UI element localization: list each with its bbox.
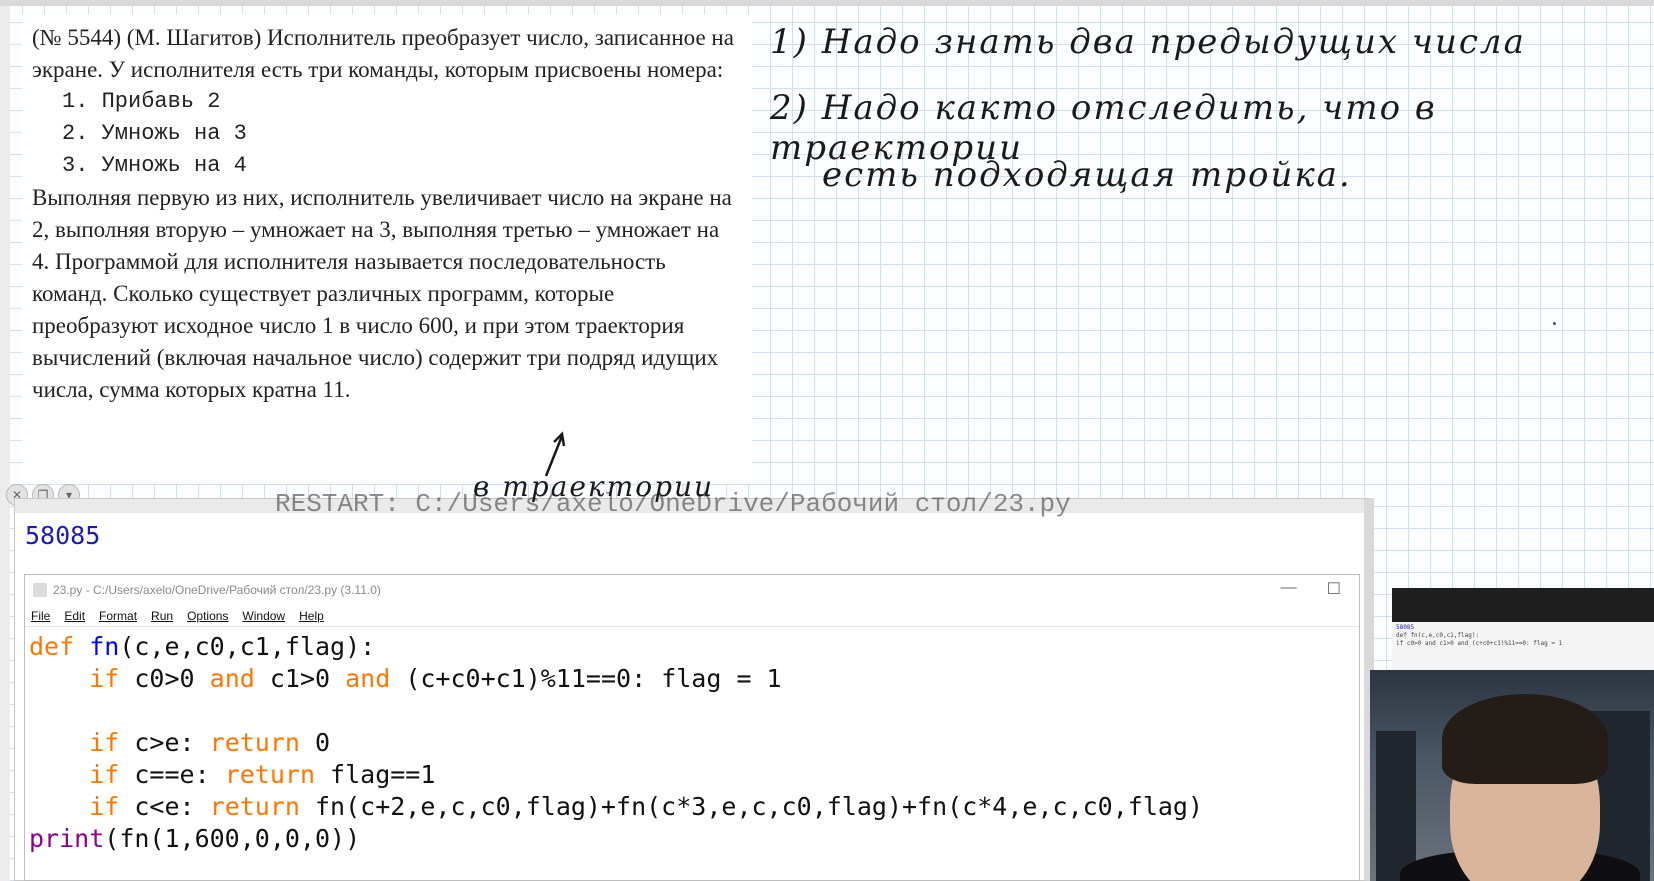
keyword: if bbox=[89, 792, 120, 821]
thumbnail-line: if c0>0 and c1>0 and (c+c0+c1)%11==0: fl… bbox=[1396, 640, 1563, 647]
handwritten-note-1: 1) Надо знать два предыдущих числа bbox=[770, 22, 1526, 62]
menu-edit[interactable]: Edit bbox=[64, 605, 85, 626]
code-line: if c0>0 and c1>0 and (c+c0+c1)%11==0: fl… bbox=[29, 664, 782, 693]
code-text: (fn(1,600,0,0,0)) bbox=[104, 824, 361, 853]
window-thumbnail[interactable]: 58085 def fn(c,e,c0,c1,flag): if c0>0 an… bbox=[1392, 588, 1654, 670]
code-text: (c,e,c0,c1,flag): bbox=[119, 632, 376, 661]
left-edge bbox=[0, 6, 10, 881]
keyword: and bbox=[345, 664, 391, 693]
command-item: 3. Умножь на 4 bbox=[62, 153, 247, 178]
handwritten-annotation: в траектории bbox=[473, 470, 715, 503]
python-file-icon bbox=[33, 583, 47, 597]
code-text: c<e: bbox=[119, 792, 210, 821]
code-line: if c==e: return flag==1 bbox=[29, 760, 435, 789]
editor-title: 23.py - C:/Users/axelo/OneDrive/Рабочий … bbox=[53, 583, 381, 597]
code-text: c1>0 bbox=[254, 664, 346, 693]
thumbnail-content: 58085 def fn(c,e,c0,c1,flag): if c0>0 an… bbox=[1392, 622, 1654, 670]
problem-statement: (№ 5544) (М. Шагитов) Исполнитель преобр… bbox=[22, 14, 752, 484]
editor-titlebar[interactable]: 23.py - C:/Users/axelo/OneDrive/Рабочий … bbox=[25, 575, 1359, 605]
menu-run[interactable]: Run bbox=[151, 605, 173, 626]
command-list: 1. Прибавь 2 2. Умножь на 3 3. Умножь на… bbox=[62, 86, 742, 182]
command-item: 1. Прибавь 2 bbox=[62, 89, 221, 114]
handwritten-note-3: есть подходящая тройка. bbox=[822, 155, 1352, 195]
code-line: if c>e: return 0 bbox=[29, 728, 330, 757]
command-item: 2. Умножь на 3 bbox=[62, 121, 247, 146]
editor-menubar: File Edit Format Run Options Window Help bbox=[25, 605, 1359, 627]
keyword: def bbox=[29, 632, 75, 661]
code-area[interactable]: def fn(c,e,c0,c1,flag): if c0>0 and c1>0… bbox=[29, 631, 1203, 855]
code-text: c==e: bbox=[119, 760, 225, 789]
menu-window[interactable]: Window bbox=[242, 605, 285, 626]
webcam-feed bbox=[1370, 670, 1654, 881]
title-controls: — ☐ bbox=[1281, 579, 1341, 599]
keyword: if bbox=[89, 728, 120, 757]
menu-format[interactable]: Format bbox=[99, 605, 137, 626]
keyword: return bbox=[209, 792, 300, 821]
code-text: fn(c+2,e,c,c0,flag)+fn(c*3,e,c,c0,flag)+… bbox=[299, 792, 1204, 821]
menu-help[interactable]: Help bbox=[299, 605, 324, 626]
keyword: if bbox=[89, 760, 120, 789]
problem-intro: (№ 5544) (М. Шагитов) Исполнитель преобр… bbox=[32, 25, 734, 82]
thumbnail-line: def fn(c,e,c0,c1,flag): bbox=[1396, 632, 1480, 639]
problem-body: Выполняя первую из них, исполнитель увел… bbox=[32, 185, 732, 402]
thumbnail-output: 58085 bbox=[1396, 624, 1415, 631]
keyword: return bbox=[209, 728, 300, 757]
person-hair bbox=[1442, 694, 1608, 784]
background-building bbox=[1376, 731, 1416, 881]
code-text: flag==1 bbox=[315, 760, 436, 789]
shell-output: 58085 bbox=[25, 521, 101, 550]
top-edge bbox=[0, 0, 1654, 6]
code-line: print(fn(1,600,0,0,0)) bbox=[29, 824, 360, 853]
code-text: c>e: bbox=[119, 728, 210, 757]
code-text: (c+c0+c1)%11==0: flag = 1 bbox=[390, 664, 782, 693]
builtin: print bbox=[29, 824, 105, 853]
pen-dot bbox=[1553, 322, 1556, 325]
function-name: fn bbox=[89, 632, 120, 661]
keyword: if bbox=[89, 664, 120, 693]
code-text: c0>0 bbox=[119, 664, 210, 693]
keyword: and bbox=[209, 664, 255, 693]
code-text: 0 bbox=[299, 728, 331, 757]
code-line: if c<e: return fn(c+2,e,c,c0,flag)+fn(c*… bbox=[29, 792, 1203, 821]
idle-editor-window[interactable]: 23.py - C:/Users/axelo/OneDrive/Рабочий … bbox=[24, 574, 1360, 881]
menu-file[interactable]: File bbox=[31, 605, 50, 626]
menu-options[interactable]: Options bbox=[187, 605, 228, 626]
minimize-icon[interactable]: — bbox=[1281, 579, 1297, 599]
keyword: return bbox=[224, 760, 315, 789]
maximize-icon[interactable]: ☐ bbox=[1327, 579, 1341, 599]
code-line: def fn(c,e,c0,c1,flag): bbox=[29, 632, 375, 661]
